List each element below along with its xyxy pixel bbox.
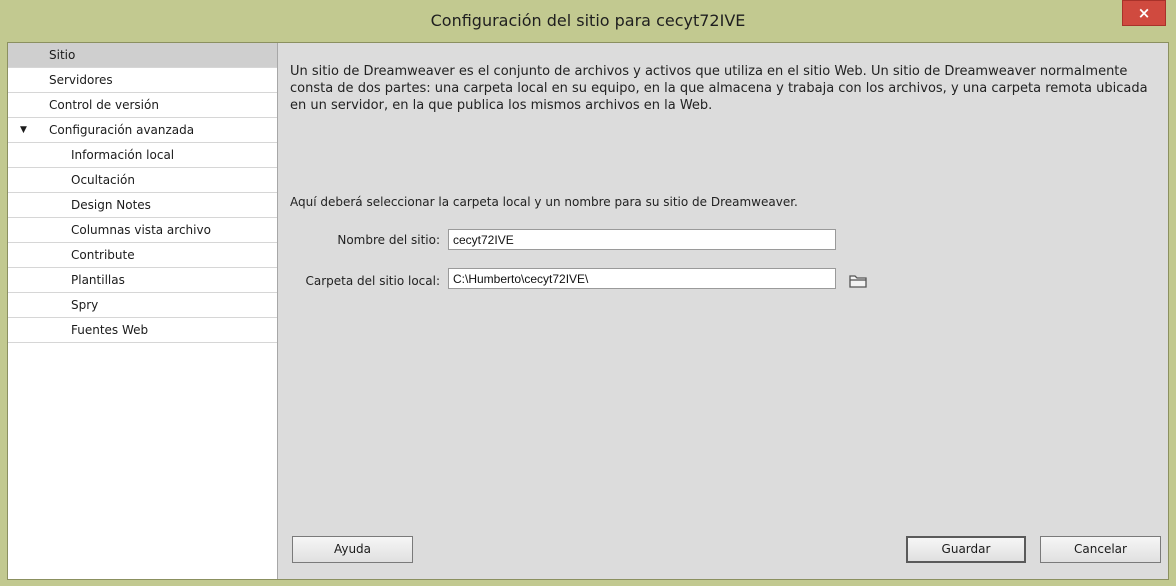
site-name-field[interactable] [448, 229, 836, 250]
sidebar-item-columnas-vista-archivo[interactable]: Columnas vista archivo [8, 218, 277, 243]
sidebar-item-contribute[interactable]: Contribute [8, 243, 277, 268]
sidebar-item-label: Sitio [49, 48, 76, 62]
sidebar: Sitio Servidores Control de versión ▼ Co… [8, 43, 278, 579]
sidebar-item-label: Servidores [49, 73, 113, 87]
sidebar-item-ocultacion[interactable]: Ocultación [8, 168, 277, 193]
sidebar-item-label: Contribute [71, 248, 135, 262]
sidebar-item-servidores[interactable]: Servidores [8, 68, 277, 93]
close-button[interactable]: × [1122, 0, 1166, 26]
sidebar-item-informacion-local[interactable]: Información local [8, 143, 277, 168]
dialog-body: Sitio Servidores Control de versión ▼ Co… [7, 42, 1169, 580]
sidebar-item-label: Fuentes Web [71, 323, 149, 337]
expand-arrow-icon[interactable]: ▼ [20, 118, 27, 142]
site-setup-dialog: Configuración del sitio para cecyt72IVE … [0, 0, 1176, 586]
sidebar-item-design-notes[interactable]: Design Notes [8, 193, 277, 218]
sidebar-item-plantillas[interactable]: Plantillas [8, 268, 277, 293]
sidebar-item-spry[interactable]: Spry [8, 293, 277, 318]
intro-text: Un sitio de Dreamweaver es el conjunto d… [290, 64, 1148, 113]
main-panel: Un sitio de Dreamweaver es el conjunto d… [278, 43, 1168, 579]
local-folder-field[interactable] [448, 268, 836, 289]
cancel-button[interactable]: Cancelar [1040, 536, 1161, 563]
sidebar-item-label: Design Notes [71, 198, 151, 212]
sidebar-item-sitio[interactable]: Sitio [8, 43, 277, 68]
folder-icon[interactable] [849, 273, 867, 289]
sidebar-item-label: Ocultación [71, 173, 135, 187]
sidebar-item-label: Plantillas [71, 273, 125, 287]
sidebar-item-fuentes-web[interactable]: Fuentes Web [8, 318, 277, 343]
sidebar-item-label: Configuración avanzada [49, 123, 195, 137]
local-folder-label: Carpeta del sitio local: [305, 274, 440, 288]
sidebar-item-control-version[interactable]: Control de versión [8, 93, 277, 118]
help-button[interactable]: Ayuda [292, 536, 413, 563]
sidebar-item-label: Spry [71, 298, 99, 312]
close-icon: × [1137, 4, 1151, 22]
sidebar-item-configuracion-avanzada[interactable]: ▼ Configuración avanzada [8, 118, 277, 143]
site-name-label: Nombre del sitio: [337, 233, 440, 247]
window-title: Configuración del sitio para cecyt72IVE [430, 11, 746, 30]
sidebar-item-label: Columnas vista archivo [71, 223, 211, 237]
sidebar-item-label: Control de versión [49, 98, 159, 112]
save-button[interactable]: Guardar [906, 536, 1026, 563]
instruction-text: Aquí deberá seleccionar la carpeta local… [290, 195, 798, 209]
sidebar-item-label: Información local [71, 148, 175, 162]
